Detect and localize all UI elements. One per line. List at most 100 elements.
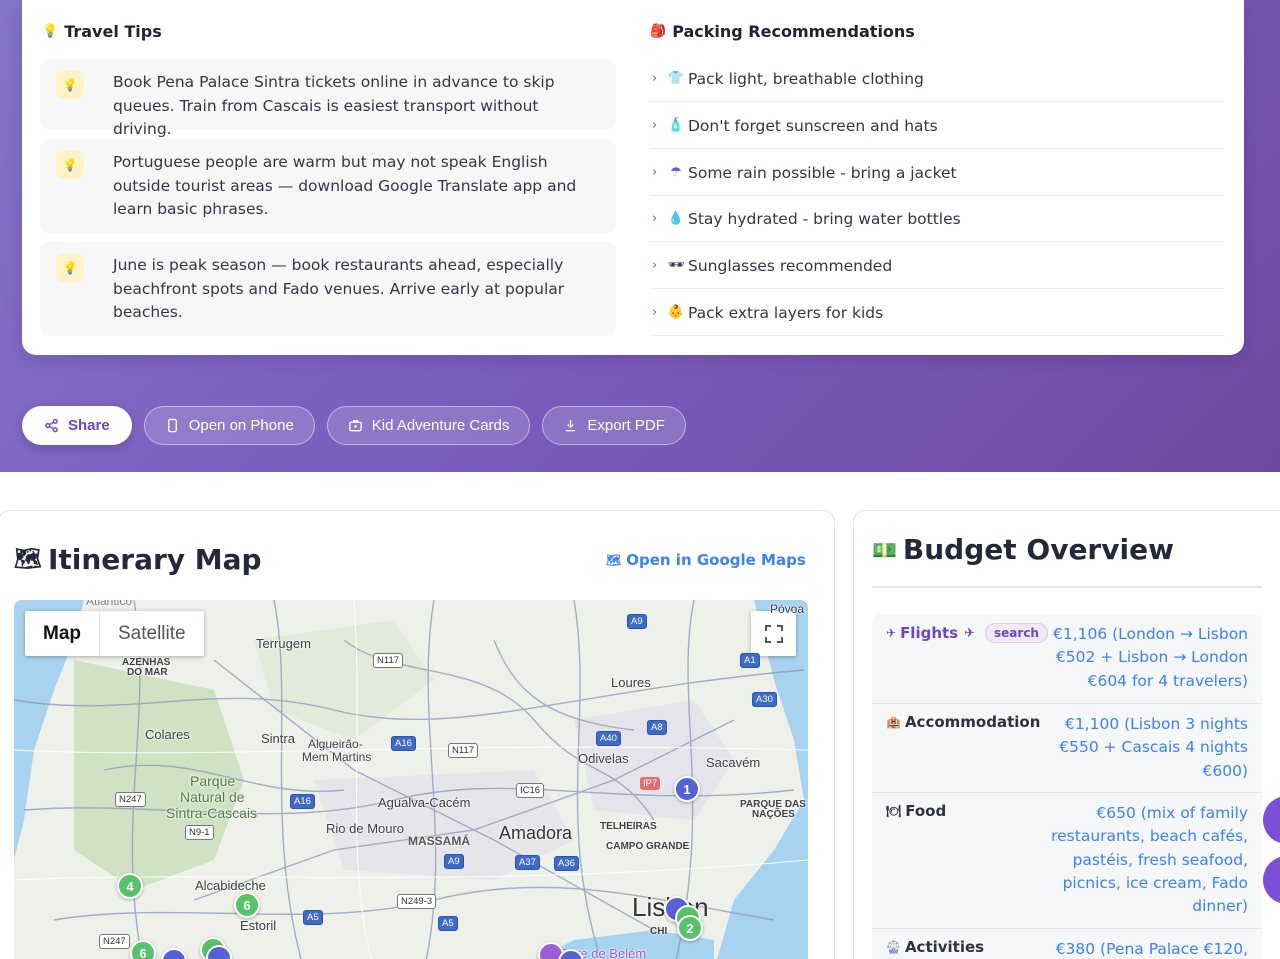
map-label: Alcabideche — [195, 878, 266, 893]
map-label: Mem Martins — [302, 750, 372, 764]
map-type-toggle: Map Satellite — [25, 611, 204, 656]
budget-row-label: 🍽 Food — [886, 802, 947, 820]
tip-card: 💡 Portuguese people are warm but may not… — [40, 139, 616, 233]
open-on-phone-button[interactable]: Open on Phone — [143, 406, 315, 445]
road-shield: N247 — [115, 792, 146, 807]
map-label: Sintra — [261, 731, 295, 746]
map-marker[interactable]: 2 — [677, 915, 703, 941]
budget-row-label: 🏨 Accommodation — [886, 713, 1041, 731]
packing-item: › 🧴 Don't forget sunscreen and hats — [650, 103, 1224, 149]
ferris-wheel-icon: 🎡 — [886, 940, 901, 954]
road-shield: A8 — [647, 720, 667, 735]
map-marker[interactable]: 6 — [234, 892, 260, 918]
fullscreen-button[interactable] — [751, 611, 796, 656]
map-label: Atlântico — [86, 600, 133, 608]
road-shield: A37 — [515, 855, 540, 870]
plate-icon: 🍽 — [886, 804, 902, 818]
road-shield: N117 — [448, 743, 479, 758]
tip-text: June is peak season — book restaurants a… — [113, 256, 565, 321]
packing-item: › 👕 Pack light, breathable clothing — [650, 56, 1224, 102]
road-shield: A1 — [740, 653, 760, 668]
map-marker[interactable]: 4 — [117, 873, 143, 899]
map-label: Natural de — [180, 789, 245, 805]
share-button[interactable]: Share — [22, 406, 132, 445]
itinerary-map-title: 🗺 Itinerary Map — [14, 543, 262, 576]
map-label: Rio de Mouro — [326, 821, 405, 836]
tip-card: 💡 Book Pena Palace Sintra tickets online… — [40, 59, 616, 138]
budget-row-value: €650 (mix of family restaurants, beach c… — [1051, 804, 1248, 916]
packing-item: › 👶 Pack extra layers for kids — [650, 290, 1224, 336]
budget-list: ✈ Flights ✈ search €1,106 (London → Lisb… — [872, 614, 1262, 959]
lightbulb-icon: 💡 — [42, 24, 59, 39]
budget-row: 🍽 Food €650 (mix of family restaurants, … — [872, 793, 1262, 929]
road-shield: A16 — [290, 794, 315, 809]
chevron-right-icon: › — [652, 305, 658, 320]
map-marker[interactable]: 1 — [674, 776, 700, 802]
open-google-maps-link[interactable]: 🗺 Open in Google Maps — [606, 551, 806, 569]
fullscreen-icon — [764, 624, 783, 643]
packing-item: › ☂ Some rain possible - bring a jacket — [650, 150, 1224, 196]
budget-row: 🎡 Activities €380 (Pena Palace €120, — [872, 929, 1262, 959]
map-label: NAÇÕES — [752, 809, 795, 820]
lightbulb-icon: 💡 — [56, 254, 84, 282]
hotel-icon: 🏨 — [886, 715, 901, 729]
road-shield: N249-3 — [397, 894, 437, 909]
lightbulb-icon: 💡 — [56, 71, 84, 99]
budget-row: ✈ Flights ✈ search €1,106 (London → Lisb… — [872, 614, 1262, 704]
tip-card: 💡 June is peak season — book restaurants… — [40, 242, 616, 336]
map-marker[interactable]: 6 — [130, 940, 156, 959]
map-label: Colares — [145, 727, 190, 742]
money-icon: 💵 — [872, 537, 897, 562]
map-canvas[interactable]: Map Satellite Atlântico Póvoa Terrugem A… — [14, 600, 808, 959]
chevron-right-icon: › — [652, 165, 658, 180]
budget-row-value: €1,100 (Lisbon 3 nights €550 + Cascais 4… — [1059, 715, 1248, 780]
packing-item: › 💧 Stay hydrated - bring water bottles — [650, 196, 1224, 242]
map-label: Parque — [190, 773, 236, 789]
backpack-icon: 🎒 — [650, 24, 667, 39]
water-drop-icon: 💧 — [667, 211, 685, 226]
kid-adventure-cards-button[interactable]: Kid Adventure Cards — [326, 406, 531, 445]
map-label: Sintra-Cascais — [166, 805, 258, 821]
airplane-icon: ✈ — [964, 625, 976, 641]
map-label: Loures — [611, 675, 651, 690]
chevron-right-icon: › — [652, 211, 658, 226]
share-icon — [45, 418, 58, 433]
road-shield: A30 — [752, 692, 777, 707]
map-icon: 🗺 — [606, 553, 622, 567]
map-label: Amadora — [499, 823, 573, 843]
budget-row-value: €380 (Pena Palace €120, — [1055, 940, 1248, 958]
budget-title: 💵 Budget Overview — [872, 533, 1174, 566]
shirt-icon: 👕 — [667, 71, 685, 86]
download-icon — [566, 419, 576, 432]
map-label: Odivelas — [578, 751, 629, 766]
chevron-right-icon: › — [652, 258, 658, 273]
export-pdf-button[interactable]: Export PDF — [542, 406, 686, 445]
map-label: Algueirão- — [308, 737, 363, 751]
packing-heading: 🎒 Packing Recommendations — [650, 22, 915, 41]
budget-row-label[interactable]: ✈ Flights ✈ search — [886, 623, 1048, 643]
map-type-map-button[interactable]: Map — [25, 611, 100, 656]
road-shield: A9 — [444, 854, 464, 869]
briefcase-icon — [349, 420, 362, 432]
tips-card: 💡 Travel Tips 💡 Book Pena Palace Sintra … — [22, 0, 1244, 355]
sunscreen-icon: 🧴 — [667, 118, 685, 133]
map-label: TELHEIRAS — [600, 821, 657, 832]
tip-text: Portuguese people are warm but may not s… — [113, 153, 577, 218]
map-label: Póvoa — [770, 602, 805, 616]
road-shield: IC16 — [516, 783, 545, 798]
lightbulb-icon: 💡 — [56, 151, 84, 179]
map-label: Agualva-Cacém — [378, 795, 471, 810]
road-shield: A36 — [554, 856, 579, 871]
packing-item: › 🕶 Sunglasses recommended — [650, 243, 1224, 289]
road-shield: A16 — [391, 736, 416, 751]
sunglasses-icon: 🕶 — [667, 258, 685, 273]
divider — [872, 586, 1262, 588]
map-label: Estoril — [240, 918, 277, 933]
road-shield: A5 — [303, 910, 323, 925]
action-bar: Share Open on Phone Kid Adventure Cards … — [22, 406, 686, 445]
budget-row-label: 🎡 Activities — [886, 938, 985, 956]
phone-icon — [167, 418, 177, 433]
map-label: CHI — [650, 926, 668, 937]
road-shield: N247 — [99, 934, 130, 949]
map-type-satellite-button[interactable]: Satellite — [100, 611, 204, 656]
